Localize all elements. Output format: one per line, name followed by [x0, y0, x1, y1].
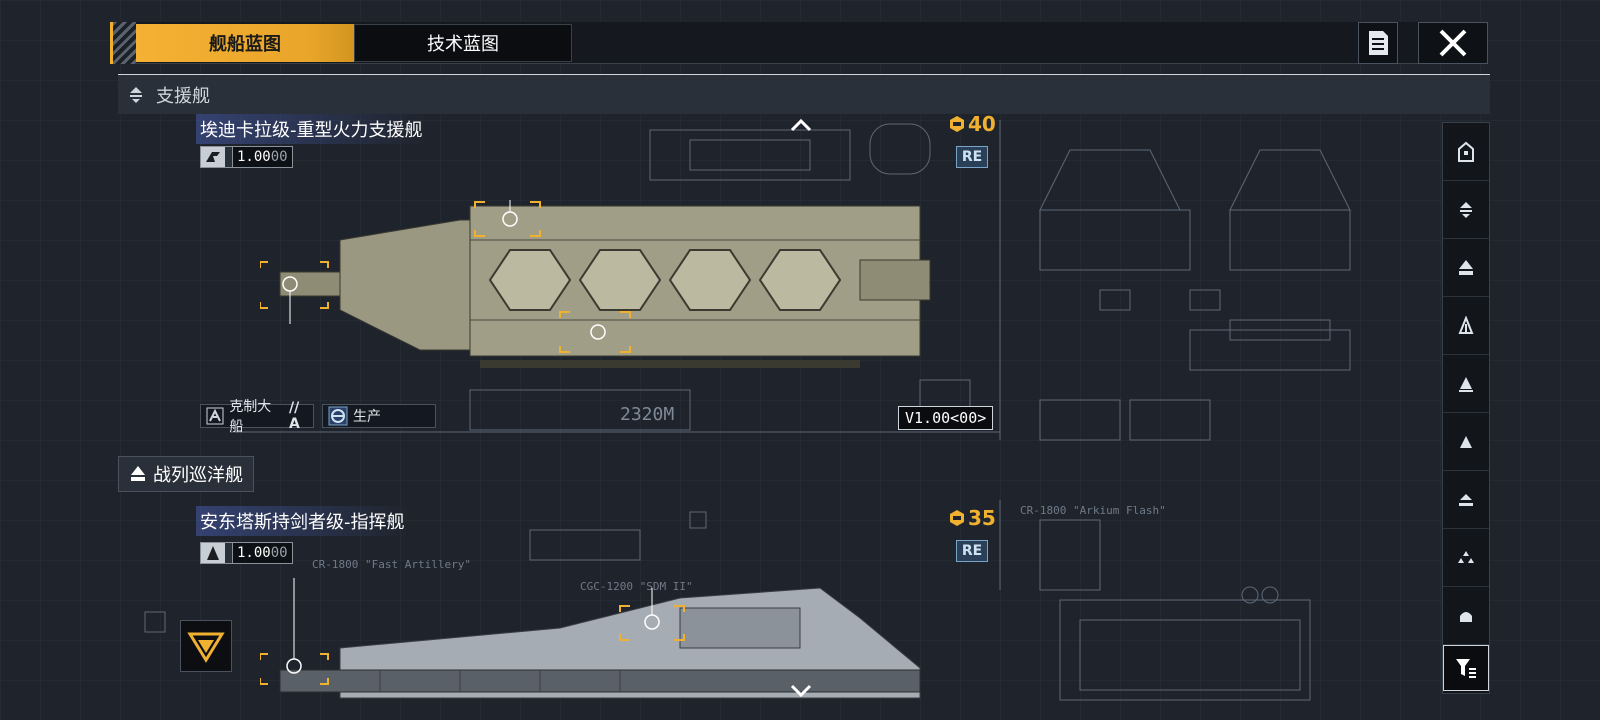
version-bar: [225, 147, 233, 167]
trait-counter-large[interactable]: 克制大船 // A: [200, 399, 314, 435]
section-header-support: 支援舰: [118, 74, 1490, 114]
frigate-class-icon: [1460, 435, 1472, 448]
rail-item-battlecruiser[interactable]: [1443, 239, 1489, 297]
support-ship-class-icon: [130, 86, 142, 103]
ship-class-filter-rail: [1442, 122, 1490, 694]
version-number: 1.00 00: [233, 543, 292, 563]
trait-label: 克制大船: [229, 399, 272, 435]
tab-bar-stripe: [110, 22, 136, 64]
battlecruiser-class-icon: [131, 466, 145, 481]
scroll-down-chevron-icon[interactable]: [790, 684, 812, 698]
trait-suffix: // A: [289, 400, 300, 432]
blueprint-label: CR-1800 "Arkium Flash": [1020, 504, 1166, 517]
ship-model-command[interactable]: [260, 578, 940, 720]
version-number: 1.00 00: [233, 147, 292, 167]
destroyer-class-icon: [1459, 376, 1473, 392]
length-label: 2320M: [620, 404, 675, 425]
document-button[interactable]: [1358, 22, 1398, 64]
version-value: 1.00: [237, 545, 271, 561]
rail-item-fighter[interactable]: [1443, 529, 1489, 587]
section-label: 战列巡洋舰: [153, 465, 243, 486]
version-suffix: 00: [270, 545, 288, 561]
re-badge: RE: [956, 540, 988, 562]
document-icon: [1369, 31, 1388, 55]
fighter-class-icon: [1458, 550, 1474, 563]
section-header-battlecruiser: 战列巡洋舰: [118, 456, 254, 492]
rail-item-destroyer[interactable]: [1443, 355, 1489, 413]
trait-label: 生产: [353, 409, 381, 425]
rail-item-support[interactable]: [1443, 181, 1489, 239]
re-badge: RE: [956, 146, 988, 168]
cost-display: 40: [948, 112, 996, 136]
close-icon: [1439, 29, 1467, 57]
rail-item-corvette[interactable]: [1443, 471, 1489, 529]
cost-icon: [950, 116, 964, 132]
cost-display: 35: [948, 506, 996, 530]
version-bar: [225, 543, 233, 563]
blueprint-version: V1.00<00>: [898, 406, 994, 430]
filter-button[interactable]: [1443, 645, 1489, 691]
battlecruiser-class-icon: [1459, 259, 1473, 275]
ship-name[interactable]: 安东塔斯持剑者级-指挥舰: [196, 506, 409, 536]
version-tag: 1.00 00: [200, 146, 293, 168]
counter-large-ship-icon: [205, 405, 225, 427]
rail-item-auxiliary[interactable]: [1443, 587, 1489, 645]
version-suffix: 00: [270, 149, 288, 165]
scroll-up-chevron-icon[interactable]: [790, 118, 812, 132]
cost-value: 35: [968, 506, 996, 530]
tab-bar: 舰船蓝图 技术蓝图: [110, 22, 1460, 64]
rail-item-cruiser[interactable]: [1443, 297, 1489, 355]
section-label: 支援舰: [156, 85, 210, 107]
version-tag: 1.00 00: [200, 542, 293, 564]
filter-icon: [1456, 659, 1476, 678]
carrier-class-icon: [1458, 141, 1474, 162]
tab-ship-blueprint[interactable]: 舰船蓝图: [136, 24, 354, 62]
faction-icon: [201, 147, 225, 167]
support-ship-class-icon: [1460, 201, 1472, 218]
ship-name[interactable]: 埃迪卡拉级-重型火力支援舰: [196, 114, 427, 144]
ship-label: CR-1800 "Fast Artillery": [312, 558, 471, 571]
corvette-class-icon: [1459, 493, 1473, 506]
close-button[interactable]: [1418, 22, 1488, 64]
rail-item-frigate[interactable]: [1443, 413, 1489, 471]
rail-item-carrier[interactable]: [1443, 123, 1489, 181]
commander-emblem-icon: [187, 632, 225, 663]
cruiser-class-icon: [1458, 315, 1474, 334]
ship-model-support[interactable]: [260, 200, 940, 370]
cost-value: 40: [968, 112, 996, 136]
cost-icon: [950, 510, 964, 526]
faction-icon: [201, 543, 225, 563]
version-value: 1.00: [237, 149, 271, 165]
auxiliary-class-icon: [1460, 611, 1472, 622]
trait-production[interactable]: 生产: [322, 404, 436, 428]
production-icon: [327, 405, 349, 427]
commander-badge[interactable]: [180, 620, 232, 672]
tab-tech-blueprint[interactable]: 技术蓝图: [354, 24, 572, 62]
